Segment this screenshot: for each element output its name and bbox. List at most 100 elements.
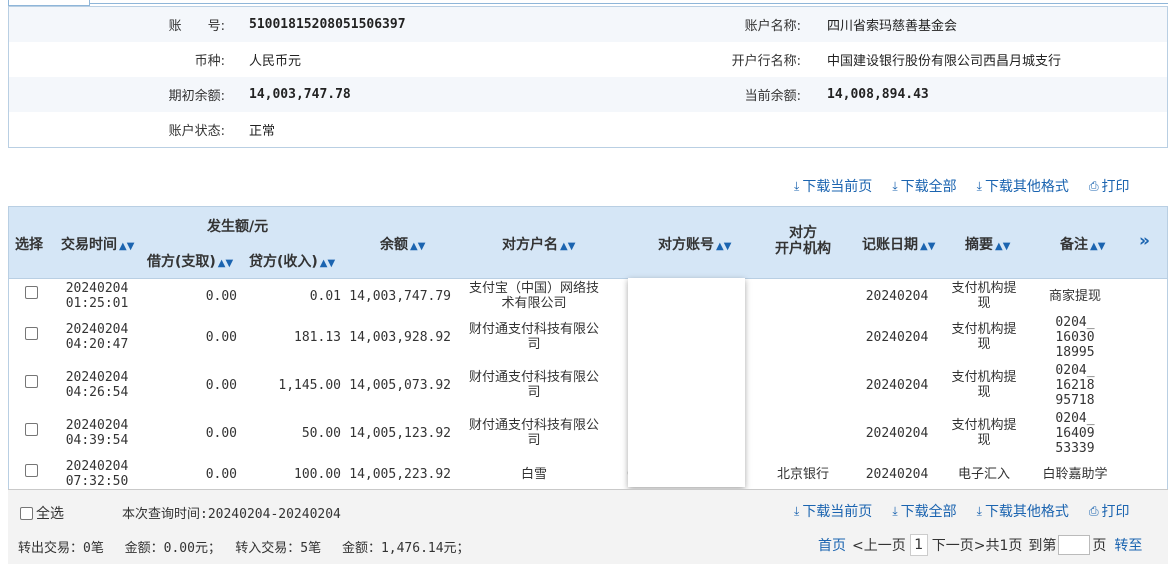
current-balance-label: 当前余额: (744, 89, 801, 104)
cell-debit: 0.00 (205, 377, 237, 393)
header-amount-group: 发生额/元 (207, 219, 269, 235)
cell-remark: 0204_ 16030 18995 (1055, 314, 1095, 360)
download-icon: ⤓ (892, 178, 898, 193)
header-balance[interactable]: 余额 ▲▼ (380, 234, 425, 254)
cell-credit: 1,145.00 (278, 377, 341, 393)
acct-no-value: 51001815208051506397 (249, 17, 406, 32)
cell-book-date: 20240204 (865, 425, 929, 441)
cell-balance: 14,003,928.92 (349, 329, 451, 345)
download-page-button[interactable]: ⤓ 下载当前页 (794, 501, 872, 521)
sort-icon[interactable]: ▲▼ (1090, 241, 1105, 252)
cell-remark: 白聆嘉助学 (1042, 466, 1108, 482)
cell-summary: 支付机构提现 (951, 418, 1017, 448)
header-debit[interactable]: 借方(支取) ▲▼ (147, 251, 233, 271)
sort-icon[interactable]: ▲▼ (716, 241, 731, 252)
cell-book-date: 20240204 (865, 377, 929, 393)
cell-time: 20240204 07:32:50 (65, 459, 129, 489)
first-page-link[interactable]: 首页 (818, 535, 846, 555)
currency-value: 人民币元 (249, 54, 302, 69)
cell-debit: 0.00 (205, 466, 237, 482)
cell-debit: 0.00 (205, 329, 237, 345)
table-row[interactable]: 20240204 01:25:01 0.00 0.01 14,003,747.79 支付宝… (9, 279, 1167, 313)
cell-book-date: 20240204 (865, 466, 929, 482)
header-party-bank: 对方 开户机构 (775, 225, 831, 257)
download-all-button[interactable]: ⤓ 下载全部 (892, 176, 956, 196)
sort-icon[interactable]: ▲▼ (920, 241, 935, 252)
table-row[interactable]: 20240204 04:26:54 0.00 1,145.00 14,005,073.9… (9, 361, 1167, 409)
cell-remark: 商家提现 (1048, 288, 1101, 304)
expand-columns-icon[interactable]: » (1139, 231, 1150, 251)
download-page-button[interactable]: ⤓ 下载当前页 (794, 176, 872, 196)
download-other-button[interactable]: ⤓ 下载其他格式 (977, 176, 1069, 196)
header-select: 选择 (15, 237, 43, 253)
current-balance-value: 14,008,894.43 (827, 87, 929, 102)
table-body: 20240204 01:25:01 0.00 0.01 14,003,747.79 支付宝… (9, 279, 1167, 491)
sort-icon[interactable]: ▲▼ (410, 241, 425, 252)
next-page-link[interactable]: 下一页> (932, 535, 986, 555)
cell-party-name: 白雪 (520, 466, 547, 482)
sort-icon[interactable]: ▲▼ (218, 258, 233, 269)
row-checkbox[interactable] (25, 375, 38, 388)
row-checkbox[interactable] (25, 327, 38, 340)
header-credit[interactable]: 贷方(收入) ▲▼ (249, 251, 335, 271)
header-time[interactable]: 交易时间 ▲▼ (61, 234, 134, 254)
transactions-table: 选择 交易时间 ▲▼ 发生额/元 借方(支取) ▲▼ 贷方(收入) ▲▼ 余额 ▲▼ 对… (8, 206, 1168, 492)
prev-page-link[interactable]: <上一页 (852, 535, 906, 555)
download-all-button[interactable]: ⤓ 下载全部 (892, 501, 956, 521)
open-balance-value: 14,003,747.78 (249, 87, 351, 102)
cell-book-date: 20240204 (865, 288, 929, 304)
table-row[interactable]: 20240204 07:32:50 0.00 100.00 14,005,223.92 白… (9, 457, 1167, 491)
cell-balance: 14,005,123.92 (349, 425, 451, 441)
header-remark[interactable]: 备注 ▲▼ (1060, 234, 1105, 254)
status-value: 正常 (249, 124, 276, 139)
cell-debit: 0.00 (205, 425, 237, 441)
printer-icon: ⎙ (1088, 503, 1099, 518)
header-book-date[interactable]: 记账日期 ▲▼ (862, 234, 935, 254)
cell-remark: 0204_ 16409 53339 (1055, 410, 1095, 456)
table-footer: 全选 本次查询时间:20240204-20240204 ⤓ 下载当前页 ⤓ 下载全部… (8, 489, 1168, 564)
download-icon: ⤓ (976, 503, 982, 518)
total-pages: 共1页 (985, 538, 1023, 554)
cell-book-date: 20240204 (865, 329, 929, 345)
download-other-button[interactable]: ⤓ 下载其他格式 (977, 501, 1069, 521)
cell-time: 20240204 04:39:54 (65, 418, 129, 448)
header-party-name[interactable]: 对方户名 ▲▼ (502, 234, 575, 254)
page-unit-label: 页 (1092, 538, 1107, 554)
download-icon: ⤓ (794, 503, 800, 518)
select-all[interactable]: 全选 (20, 503, 64, 523)
acct-no-label: 账 号: (168, 19, 225, 34)
goto-label: 到第 (1028, 538, 1057, 554)
sort-icon[interactable]: ▲▼ (560, 241, 575, 252)
header-party-acct[interactable]: 对方账号 ▲▼ (658, 234, 731, 254)
select-all-checkbox[interactable] (20, 506, 33, 520)
cell-balance: 14,005,223.92 (349, 466, 451, 482)
header-summary[interactable]: 摘要 ▲▼ (965, 234, 1010, 254)
cell-party-name: 财付通支付科技有限公司 (468, 418, 599, 448)
print-button[interactable]: ⎙ 打印 (1089, 176, 1130, 196)
query-time: 本次查询时间:20240204-20240204 (122, 507, 341, 522)
open-balance-label: 期初余额: (168, 89, 225, 104)
cell-balance: 14,005,073.92 (349, 377, 451, 393)
goto-button[interactable]: 转至 (1114, 535, 1142, 555)
cell-credit: 181.13 (294, 329, 341, 345)
table-row[interactable]: 20240204 04:39:54 0.00 50.00 14,005,123.92 财付… (9, 409, 1167, 457)
sort-icon[interactable]: ▲▼ (320, 258, 335, 269)
print-button[interactable]: ⎙ 打印 (1089, 501, 1130, 521)
info-row-1: 账 号: 51001815208051506397 账户名称: 四川省索玛慈善基… (9, 7, 1167, 42)
row-checkbox[interactable] (25, 423, 38, 436)
current-page: 1 (909, 534, 928, 556)
sort-icon[interactable]: ▲▼ (995, 241, 1010, 252)
row-checkbox[interactable] (25, 464, 38, 477)
table-header: 选择 交易时间 ▲▼ 发生额/元 借方(支取) ▲▼ 贷方(收入) ▲▼ 余额 ▲▼ 对… (9, 207, 1167, 279)
cell-summary: 支付机构提现 (951, 370, 1017, 400)
info-row-3: 期初余额: 14,003,747.78 当前余额: 14,008,894.43 (9, 77, 1167, 112)
cell-time: 20240204 04:26:54 (65, 370, 129, 400)
bank-label: 开户行名称: (731, 54, 801, 69)
sort-icon[interactable]: ▲▼ (119, 241, 134, 252)
cell-time: 20240204 04:20:47 (65, 322, 129, 352)
goto-page-input[interactable] (1058, 535, 1091, 555)
row-checkbox[interactable] (25, 286, 38, 299)
download-links-bottom: ⤓ 下载当前页 ⤓ 下载全部 ⤓ 下载其他格式 ⎙ 打印 (774, 501, 1130, 521)
info-row-4: 账户状态: 正常 (9, 112, 1167, 147)
table-row[interactable]: 20240204 04:20:47 0.00 181.13 14,003,928.92 财… (9, 313, 1167, 361)
